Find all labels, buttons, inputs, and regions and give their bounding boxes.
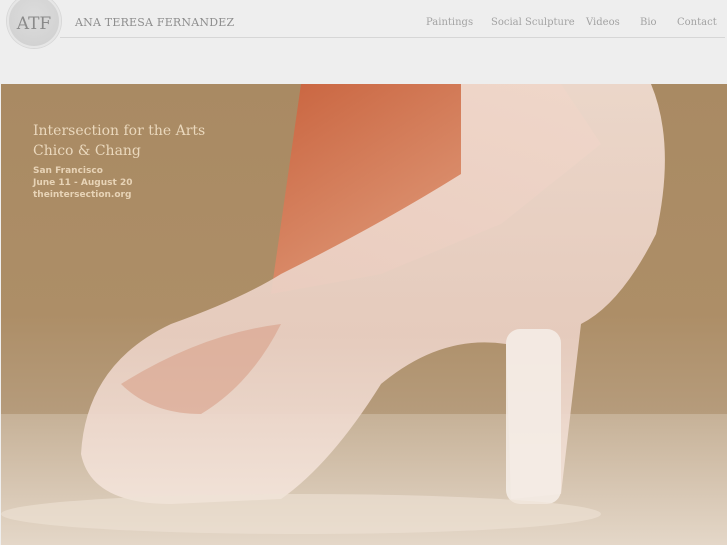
nav-paintings[interactable]: Paintings <box>426 17 473 28</box>
promo-city: San Francisco <box>33 166 103 176</box>
header-divider <box>60 37 725 38</box>
promo-url[interactable]: theintersection.org <box>33 189 205 201</box>
exhibition-promo: Intersection for the Arts Chico & Chang … <box>33 121 205 201</box>
nav-contact[interactable]: Contact <box>677 17 717 28</box>
promo-dates: June 11 - August 20 <box>33 178 133 188</box>
hero-image[interactable]: Intersection for the Arts Chico & Chang … <box>1 84 727 545</box>
nav-social-sculpture[interactable]: Social Sculpture <box>491 17 575 28</box>
nav-videos[interactable]: Videos <box>586 17 620 28</box>
melt-water <box>1 494 601 534</box>
nav-bio[interactable]: Bio <box>640 17 657 28</box>
site-header: ATF ANA TERESA FERNANDEZ Paintings Socia… <box>0 0 727 84</box>
main-nav: Paintings Social Sculpture Videos Bio Co… <box>0 17 727 31</box>
promo-title-line2: Chico & Chang <box>33 143 141 159</box>
promo-title-line1: Intersection for the Arts <box>33 123 206 139</box>
heel <box>506 329 561 504</box>
